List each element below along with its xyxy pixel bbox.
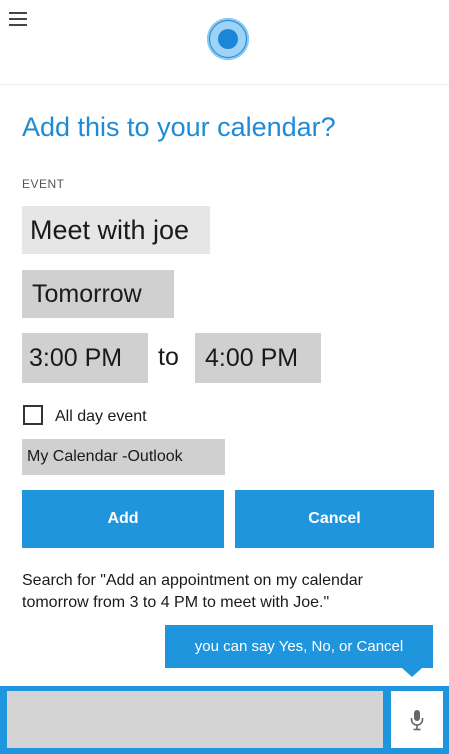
event-name-field[interactable]: Meet with joe [22,206,210,254]
microphone-icon [410,709,424,730]
hamburger-menu-icon[interactable] [9,12,27,26]
ask-input[interactable] [7,691,383,748]
calendar-select[interactable]: My Calendar -Outlook [22,439,225,475]
cortana-circle-icon [207,18,249,60]
speech-bubble-tail [402,668,422,677]
all-day-label: All day event [55,408,147,425]
dialog-title: Add this to your calendar? [22,112,336,142]
end-time-field[interactable]: 4:00 PM [195,333,321,383]
add-button[interactable]: Add [22,490,224,548]
search-suggestion[interactable]: Search for "Add an appointment on my cal… [22,570,432,608]
mic-button[interactable] [391,691,443,748]
cancel-button[interactable]: Cancel [235,490,434,548]
date-field[interactable]: Tomorrow [22,270,174,318]
all-day-checkbox[interactable] [23,405,43,425]
event-section-label: EVENT [22,177,65,191]
header-divider [0,84,449,85]
start-time-field[interactable]: 3:00 PM [22,333,148,383]
to-label: to [158,343,179,371]
search-suggestion-text: Search for "Add an appointment on my cal… [22,572,363,608]
cortana-speech-bubble: you can say Yes, No, or Cancel [165,625,433,668]
